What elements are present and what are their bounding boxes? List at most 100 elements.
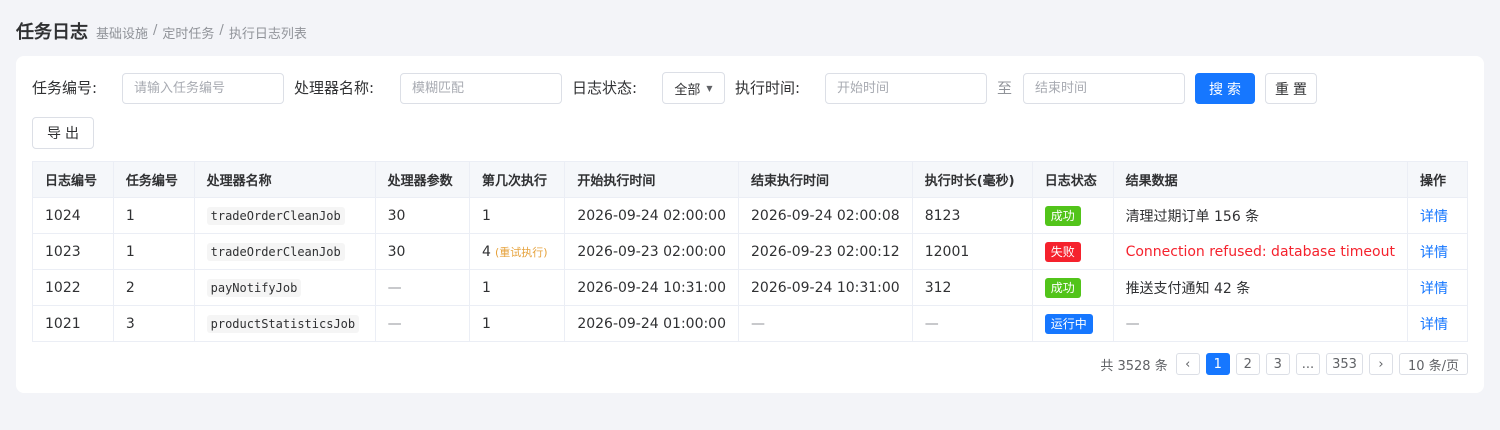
time-label: 执行时间: (735, 79, 801, 97)
exec-no: 4 (482, 243, 491, 260)
page-button[interactable]: 3 (1265, 353, 1290, 375)
col-exec-no: 第几次执行 (469, 161, 566, 198)
page-header: 任务日志 基础设施 / 定时任务 / 执行日志列表 (16, 18, 307, 44)
cell-status: 运行中 (1031, 305, 1114, 342)
prev-page-button[interactable]: ‹ (1175, 353, 1200, 375)
cell-status: 失败 (1031, 233, 1114, 270)
cell-status: 成功 (1031, 269, 1114, 306)
end-time-input[interactable] (1023, 73, 1185, 104)
col-start-time: 开始执行时间 (564, 161, 740, 198)
page-button[interactable]: 2 (1235, 353, 1260, 375)
handler-code: productStatisticsJob (206, 314, 360, 333)
cell-action: 详情 (1406, 269, 1469, 306)
cell-param: — (374, 305, 471, 342)
cell-action: 详情 (1406, 197, 1469, 234)
pagination: 共 3528 条 ‹ 1 2 3 ... 353 › 10 条/页 (1100, 353, 1468, 375)
cell-exec-no: 1 (469, 269, 566, 306)
cell-task-id: 1 (112, 197, 195, 234)
export-button[interactable]: 导出 (32, 117, 94, 149)
cell-param: — (374, 269, 471, 306)
cell-result: 推送支付通知 42 条 (1112, 269, 1408, 306)
retry-note: (重试执行) (494, 245, 548, 259)
cell-handler: payNotifyJob (193, 269, 376, 306)
cell-start-time: 2026-09-24 01:00:00 (564, 305, 740, 342)
cell-action: 详情 (1406, 233, 1469, 270)
col-log-id: 日志编号 (32, 161, 114, 198)
search-button[interactable]: 搜索 (1195, 73, 1255, 104)
status-select[interactable]: 全部 ▼ (662, 72, 725, 104)
exec-no: 1 (482, 315, 491, 332)
start-time-input[interactable] (825, 73, 987, 104)
task-id-input[interactable] (122, 73, 284, 104)
table-row: 1023 1 tradeOrderCleanJob 30 4 (重试执行) 2026-09-… (32, 233, 1469, 270)
detail-link[interactable]: 详情 (1420, 317, 1448, 333)
cell-param: 30 (374, 197, 471, 234)
page-size-select[interactable]: 10 条/页 (1398, 353, 1468, 375)
cell-result: — (1112, 305, 1408, 342)
exec-no: 1 (482, 207, 491, 224)
cell-exec-no: 4 (重试执行) (469, 233, 566, 270)
cell-handler: productStatisticsJob (193, 305, 376, 342)
table-row: 1024 1 tradeOrderCleanJob 30 1 2026-09-24 02:… (32, 197, 1469, 234)
detail-link[interactable]: 详情 (1420, 281, 1448, 297)
breadcrumb-item-current: 执行日志列表 (228, 27, 307, 42)
next-page-button[interactable]: › (1368, 353, 1393, 375)
cell-duration: 312 (911, 269, 1033, 306)
detail-link[interactable]: 详情 (1420, 245, 1448, 261)
cell-handler: tradeOrderCleanJob (193, 197, 376, 234)
cell-task-id: 1 (112, 233, 195, 270)
col-duration: 执行时长(毫秒) (911, 161, 1033, 198)
col-param: 处理器参数 (374, 161, 471, 198)
cell-start-time: 2026-09-24 02:00:00 (564, 197, 740, 234)
cell-start-time: 2026-09-24 10:31:00 (564, 269, 740, 306)
caret-down-icon: ▼ (706, 83, 713, 93)
handler-code: payNotifyJob (206, 278, 302, 297)
cell-log-id: 1021 (32, 305, 114, 342)
cell-exec-no: 1 (469, 197, 566, 234)
table-row: 1022 2 payNotifyJob — 1 2026-09-24 10:31:00 20… (32, 269, 1469, 306)
cell-log-id: 1022 (32, 269, 114, 306)
page-button[interactable]: 353 (1326, 353, 1363, 375)
status-label: 日志状态: (572, 79, 638, 97)
cell-task-id: 2 (112, 269, 195, 306)
handler-label: 处理器名称: (294, 79, 375, 97)
log-table: 日志编号 任务编号 处理器名称 处理器参数 第几次执行 开始执行时间 结束执行时… (32, 161, 1469, 342)
cell-result: 清理过期订单 156 条 (1112, 197, 1408, 234)
breadcrumb-item-scheduled-tasks[interactable]: 定时任务 (162, 23, 214, 42)
cell-end-time: — (738, 305, 913, 342)
status-badge: 运行中 (1044, 313, 1093, 334)
cell-duration: 8123 (911, 197, 1033, 234)
handler-input[interactable] (400, 73, 562, 104)
cell-start-time: 2026-09-23 02:00:00 (564, 233, 740, 270)
cell-param: 30 (374, 233, 471, 270)
col-action: 操作 (1406, 161, 1469, 198)
page-button[interactable]: 1 (1205, 353, 1230, 375)
status-select-value: 全部 (674, 82, 701, 98)
status-badge: 成功 (1044, 205, 1081, 226)
cell-log-id: 1024 (32, 197, 114, 234)
col-task-id: 任务编号 (112, 161, 195, 198)
cell-action: 详情 (1406, 305, 1469, 342)
cell-log-id: 1023 (32, 233, 114, 270)
cell-end-time: 2026-09-24 10:31:00 (738, 269, 913, 306)
page-title: 任务日志 (16, 22, 88, 43)
cell-end-time: 2026-09-24 02:00:08 (738, 197, 913, 234)
breadcrumb-item-infra[interactable]: 基础设施 (96, 23, 148, 42)
cell-result: Connection refused: database timeout (1112, 233, 1408, 270)
status-badge: 成功 (1044, 277, 1081, 298)
exec-no: 1 (482, 279, 491, 296)
detail-link[interactable]: 详情 (1420, 209, 1448, 225)
more-pages-button[interactable]: ... (1295, 353, 1321, 375)
handler-code: tradeOrderCleanJob (206, 242, 345, 261)
task-id-label: 任务编号: (32, 79, 98, 97)
handler-code: tradeOrderCleanJob (206, 206, 345, 225)
reset-button[interactable]: 重置 (1265, 73, 1317, 104)
col-status: 日志状态 (1031, 161, 1114, 198)
table-header-row: 日志编号 任务编号 处理器名称 处理器参数 第几次执行 开始执行时间 结束执行时… (32, 161, 1469, 198)
pagination-total: 共 3528 条 (1100, 358, 1168, 374)
cell-exec-no: 1 (469, 305, 566, 342)
col-result: 结果数据 (1112, 161, 1408, 198)
log-card: 任务编号: 处理器名称: 日志状态: 全部 ▼ 执行时间: 至 搜索 重置 导出… (16, 56, 1484, 393)
breadcrumb: 基础设施 / 定时任务 / 执行日志列表 (96, 23, 307, 42)
cell-duration: — (911, 305, 1033, 342)
